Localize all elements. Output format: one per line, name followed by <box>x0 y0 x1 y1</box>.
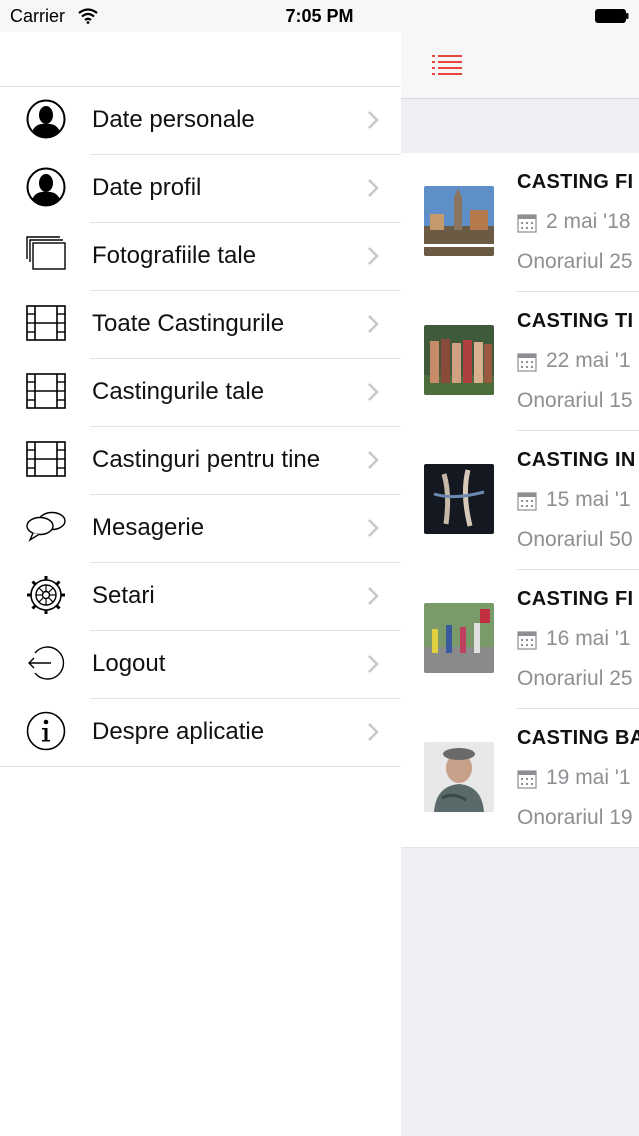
chevron-right-icon <box>368 179 379 197</box>
info-icon <box>26 711 66 751</box>
menu-item-label: Fotografiile tale <box>92 242 257 269</box>
casting-date: 16 mai '1 <box>546 627 631 650</box>
casting-fee: Onorariul 25 <box>517 250 633 273</box>
chevron-right-icon <box>368 247 379 265</box>
menu-item-label: Logout <box>92 650 166 677</box>
castings-screen: CASTING FI 2 mai '18 Onorariul 25 CASTIN… <box>401 32 639 1136</box>
menu-item-castingurile-tale[interactable]: Castingurile tale <box>0 359 401 427</box>
menu-item-fotografiile-tale[interactable]: Fotografiile tale <box>0 223 401 291</box>
menu-item-label: Mesagerie <box>92 514 205 541</box>
casting-title: CASTING TI <box>517 310 634 332</box>
casting-date: 15 mai '1 <box>546 488 631 511</box>
castings-list: CASTING FI 2 mai '18 Onorariul 25 CASTIN… <box>401 153 639 848</box>
menu-item-despre-aplicatie[interactable]: Despre aplicatie <box>0 699 401 767</box>
menu-item-date-profil[interactable]: Date profil <box>0 155 401 223</box>
menu-item-label: Setari <box>92 582 155 609</box>
chat-icon <box>26 511 66 542</box>
film-icon <box>26 441 66 477</box>
calendar-icon <box>517 631 537 650</box>
divider <box>401 847 639 848</box>
chevron-right-icon <box>368 111 379 129</box>
casting-fee: Onorariul 15 <box>517 389 633 412</box>
casting-thumbnail <box>424 325 494 395</box>
calendar-icon <box>517 770 537 789</box>
calendar-icon <box>517 353 537 372</box>
menu-item-setari[interactable]: Setari <box>0 563 401 631</box>
menu-list-icon[interactable] <box>432 54 462 76</box>
casting-thumbnail <box>424 603 494 673</box>
casting-row[interactable]: CASTING BA 19 mai '1 Onorariul 19 <box>401 709 639 848</box>
chevron-right-icon <box>368 723 379 741</box>
logout-icon <box>28 646 65 680</box>
divider <box>0 766 401 767</box>
chevron-right-icon <box>368 451 379 469</box>
casting-fee: Onorariul 25 <box>517 667 633 690</box>
menu-item-label: Despre aplicatie <box>92 718 265 745</box>
casting-row[interactable]: CASTING FI 2 mai '18 Onorariul 25 <box>401 153 639 292</box>
menu-item-label: Toate Castingurile <box>92 310 285 337</box>
casting-fee: Onorariul 19 <box>517 806 633 829</box>
battery-icon <box>595 9 629 23</box>
menu-item-toate-castingurile[interactable]: Toate Castingurile <box>0 291 401 359</box>
person-icon <box>26 167 66 207</box>
person-icon <box>26 99 66 139</box>
chevron-right-icon <box>368 655 379 673</box>
casting-thumbnail <box>424 742 494 812</box>
casting-title: CASTING FI <box>517 171 634 193</box>
casting-date: 2 mai '18 <box>546 210 631 233</box>
menu-item-label: Date profil <box>92 174 202 201</box>
calendar-icon <box>517 214 537 233</box>
casting-row[interactable]: CASTING IN 15 mai '1 Onorariul 50 <box>401 431 639 570</box>
menu-item-logout[interactable]: Logout <box>0 631 401 699</box>
menu-item-label: Castingurile tale <box>92 378 265 405</box>
chevron-right-icon <box>368 519 379 537</box>
menu-item-label: Date personale <box>92 106 255 133</box>
casting-row[interactable]: CASTING FI 16 mai '1 Onorariul 25 <box>401 570 639 709</box>
chevron-right-icon <box>368 315 379 333</box>
casting-row[interactable]: CASTING TI 22 mai '1 Onorariul 15 <box>401 292 639 431</box>
menu-item-castinguri-pentru-tine[interactable]: Castinguri pentru tine <box>0 427 401 495</box>
casting-title: CASTING IN <box>517 449 636 471</box>
casting-thumbnail <box>424 464 494 534</box>
casting-title: CASTING BA <box>517 727 639 749</box>
status-bar: Carrier 7:05 PM <box>0 0 639 32</box>
casting-fee: Onorariul 50 <box>517 528 633 551</box>
menu-item-label: Castinguri pentru tine <box>92 446 321 473</box>
side-menu: Date personale Date profil Fotografiile … <box>0 32 401 1136</box>
film-icon <box>26 373 66 409</box>
chevron-right-icon <box>368 587 379 605</box>
gear-icon <box>27 576 65 614</box>
calendar-icon <box>517 492 537 511</box>
menu-header <box>0 32 401 87</box>
chevron-right-icon <box>368 383 379 401</box>
casting-thumbnail <box>424 186 494 256</box>
casting-date: 22 mai '1 <box>546 349 631 372</box>
menu-item-mesagerie[interactable]: Mesagerie <box>0 495 401 563</box>
film-icon <box>26 305 66 341</box>
clock: 7:05 PM <box>285 6 354 26</box>
casting-title: CASTING FI <box>517 588 634 610</box>
navigation-bar <box>401 32 639 99</box>
menu-item-date-personale[interactable]: Date personale <box>0 87 401 155</box>
photos-icon <box>26 236 66 270</box>
casting-date: 19 mai '1 <box>546 766 631 789</box>
